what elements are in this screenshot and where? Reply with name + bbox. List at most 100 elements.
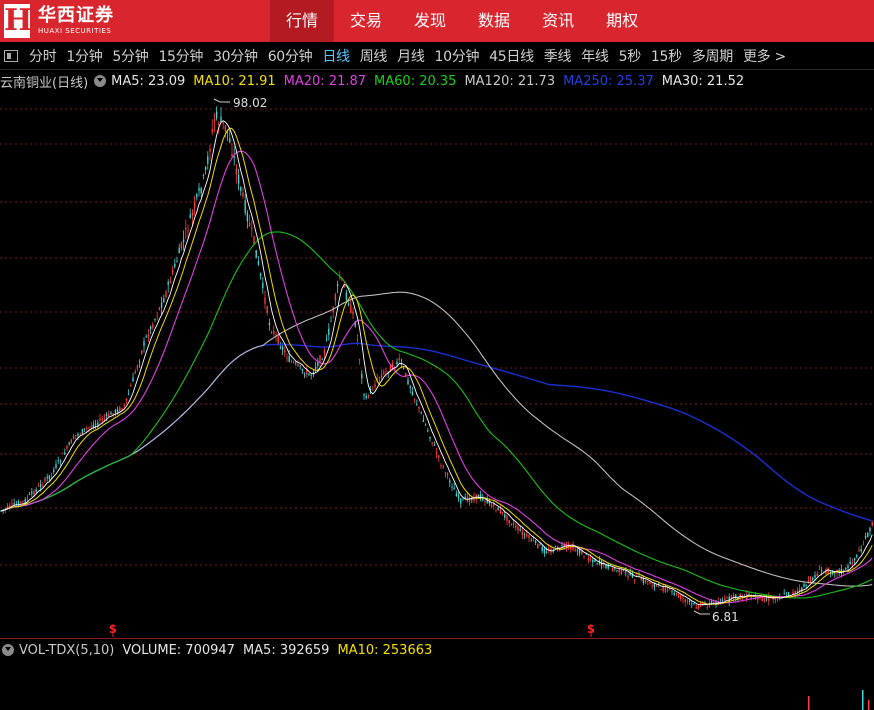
candle-body <box>365 395 367 399</box>
candle-body <box>114 409 117 413</box>
period-tab-5[interactable]: 60分钟 <box>263 46 318 66</box>
candle-body <box>350 304 352 313</box>
candle-body <box>499 509 502 514</box>
period-tab-4[interactable]: 30分钟 <box>208 46 263 66</box>
candle-body <box>611 568 614 571</box>
period-toolbar: 分时 1分钟 5分钟 15分钟 30分钟 60分钟 日线 周线 月线 10分钟 45日线 季线 年线 5秒… <box>0 42 874 70</box>
candle-body <box>259 273 262 276</box>
candle-body <box>90 426 92 428</box>
candle-body <box>231 153 233 157</box>
candle-body <box>803 584 805 588</box>
candle-body <box>288 356 290 362</box>
candle-body <box>182 239 185 243</box>
candle-body <box>165 291 167 297</box>
nav-item-3[interactable]: 数据 <box>462 0 526 42</box>
candle-body <box>620 569 623 575</box>
candle-body <box>528 535 530 539</box>
period-tab-12[interactable]: 年线 <box>576 46 613 66</box>
candle-body <box>224 125 227 132</box>
candle-body <box>198 188 200 191</box>
candle-body <box>64 452 66 455</box>
candle-body <box>625 571 627 573</box>
candle-body <box>132 377 134 382</box>
period-tab-3[interactable]: 15分钟 <box>153 46 208 66</box>
period-tab-15[interactable]: 多周期 <box>687 46 738 66</box>
period-tab-10[interactable]: 45日线 <box>484 46 539 66</box>
nav-item-5[interactable]: 期权 <box>590 0 654 42</box>
candle-body <box>484 501 486 502</box>
period-tab-9[interactable]: 10分钟 <box>430 46 485 66</box>
candle-body <box>684 599 686 602</box>
candle-body <box>691 603 693 605</box>
period-tab-6[interactable]: 日线 <box>317 46 354 66</box>
candle-body <box>134 371 136 374</box>
period-tab-16[interactable]: 更多 > <box>738 46 791 66</box>
panel-toggle-icon[interactable] <box>4 49 18 62</box>
nav-item-4[interactable]: 资讯 <box>526 0 590 42</box>
candle-body <box>358 359 361 361</box>
candle-body <box>677 596 680 598</box>
period-tab-11[interactable]: 季线 <box>539 46 576 66</box>
volume-chart[interactable] <box>0 660 874 710</box>
ma-legend-item: MA120: 21.73 <box>464 73 556 89</box>
candle-body <box>451 487 453 488</box>
candle-body <box>163 298 165 303</box>
candle-body <box>75 435 77 436</box>
candle-body <box>398 358 400 360</box>
candle-body <box>105 414 108 417</box>
nav-item-0[interactable]: 行情 <box>270 0 335 42</box>
candle-body <box>266 306 268 313</box>
candle-body <box>171 269 174 273</box>
period-tab-2[interactable]: 5分钟 <box>107 46 153 66</box>
candle-body <box>858 549 860 552</box>
huaxi-logo-icon: H <box>4 3 33 38</box>
candle-body <box>185 227 187 230</box>
candlestick-chart[interactable]: 98.02 6.81 S S <box>0 91 874 638</box>
candle-body <box>554 546 557 548</box>
candle-body <box>209 148 211 152</box>
candle-body <box>125 398 128 401</box>
candle-body <box>845 567 847 570</box>
candle-body <box>816 573 818 577</box>
period-tab-7[interactable]: 周线 <box>355 46 392 66</box>
nav-item-1[interactable]: 交易 <box>334 0 398 42</box>
candle-body <box>385 370 387 372</box>
candle-body <box>242 192 244 197</box>
candle-body <box>20 501 22 503</box>
candle-body <box>664 586 667 592</box>
candle-body <box>655 584 658 586</box>
candle-body <box>363 394 365 396</box>
candle-body <box>97 422 99 426</box>
candle-body <box>306 371 308 375</box>
candle-body <box>321 359 323 361</box>
chevron-down-icon[interactable] <box>94 75 107 87</box>
candle-body <box>383 371 385 375</box>
candle-body <box>416 404 418 405</box>
candle-body <box>281 346 284 350</box>
candle-body <box>374 384 376 387</box>
period-tab-1[interactable]: 1分钟 <box>61 46 107 66</box>
candle-body <box>286 357 288 359</box>
candle-body <box>407 379 409 385</box>
candle-body <box>537 543 539 549</box>
candle-body <box>541 546 543 551</box>
candle-body <box>196 194 198 198</box>
period-tab-14[interactable]: 15秒 <box>646 46 687 66</box>
candle-body <box>380 374 383 378</box>
period-tab-8[interactable]: 月线 <box>392 46 429 66</box>
candle-body <box>253 236 255 244</box>
candle-body <box>262 282 264 289</box>
candle-body <box>352 311 354 315</box>
period-tab-13[interactable]: 5秒 <box>614 46 646 66</box>
candle-body <box>325 339 328 341</box>
candle-body <box>299 365 301 367</box>
candle-body <box>805 584 807 586</box>
nav-item-2[interactable]: 发现 <box>398 0 462 42</box>
candle-body <box>724 597 726 601</box>
period-tab-0[interactable]: 分时 <box>24 46 61 66</box>
candle-body <box>862 544 865 546</box>
candle-body <box>303 374 306 376</box>
chevron-down-icon[interactable] <box>2 644 14 656</box>
candle-body <box>710 601 713 604</box>
candle-body <box>783 593 785 594</box>
